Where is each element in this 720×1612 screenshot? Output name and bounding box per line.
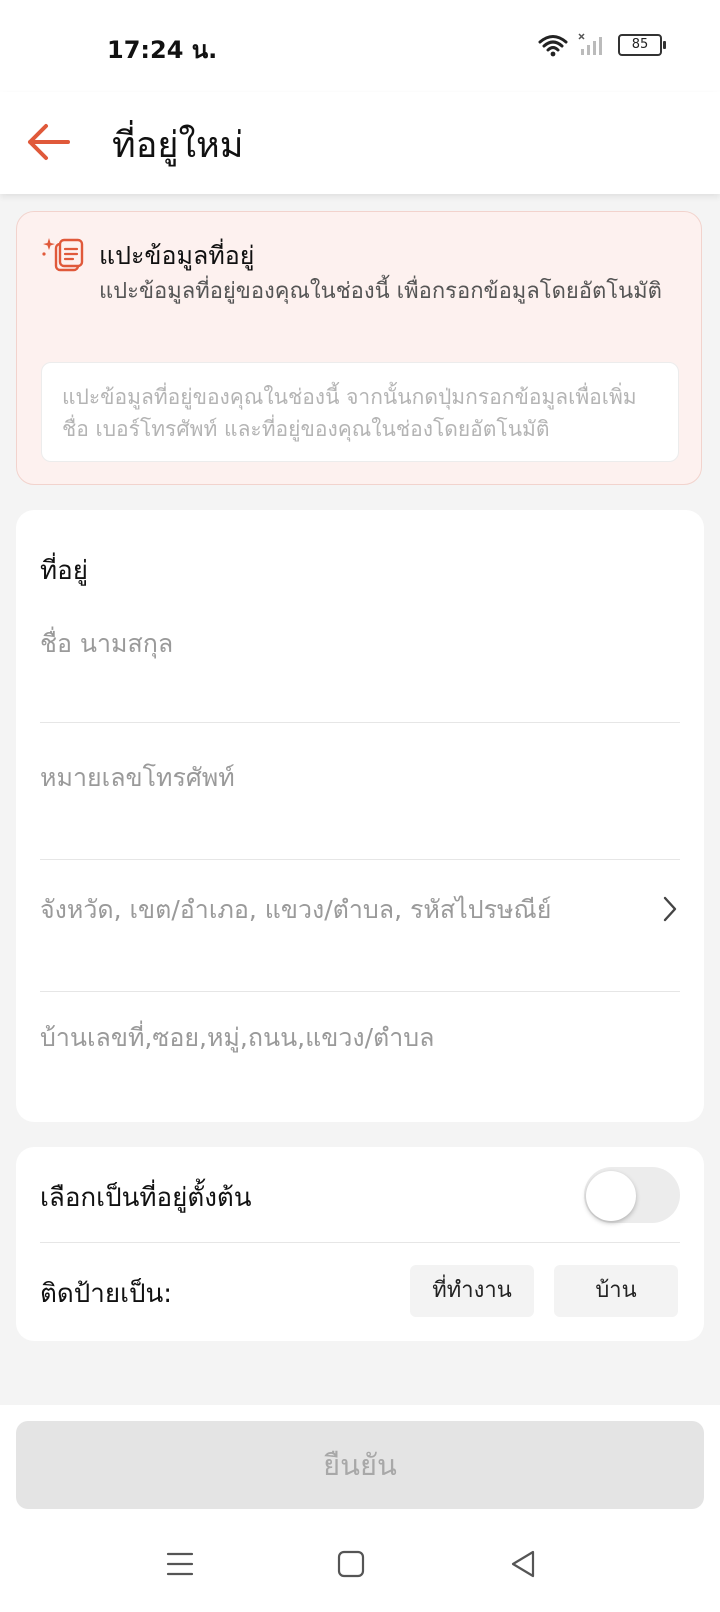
system-nav-bar [0, 1545, 720, 1593]
footer: ยืนยัน [0, 1405, 720, 1612]
address-section-label: ที่อยู่ [40, 556, 88, 586]
paste-address-card: แปะข้อมูลที่อยู่ แปะข้อมูลที่อยู่ของคุณใ… [16, 211, 702, 485]
street-address-field[interactable]: บ้านเลขที่,ซอย,หมู่,ถนน,แขวง/ตำบล [40, 1018, 680, 1058]
battery-icon: 85 [618, 34, 666, 56]
back-button[interactable] [24, 117, 74, 167]
chevron-right-icon[interactable] [660, 894, 680, 924]
page-title: ที่อยู่ใหม่ [112, 125, 244, 166]
region-selector[interactable]: จังหวัด, เขต/อำเภอ, แขวง/ตำบล, รหัสไปรษณ… [40, 890, 640, 930]
status-bar: 17:24 น. 85 [0, 0, 720, 92]
tag-work-button[interactable]: ที่ทำงาน [410, 1265, 534, 1317]
arrow-left-icon [28, 124, 70, 160]
paste-address-input[interactable]: แปะข้อมูลที่อยู่ของคุณในช่องนี้ จากนั้นก… [41, 362, 679, 462]
menu-icon[interactable] [165, 1549, 195, 1579]
tag-label: ติดป้ายเป็น: [40, 1279, 173, 1309]
back-triangle-icon[interactable] [508, 1549, 538, 1579]
divider [40, 991, 680, 992]
toggle-knob [586, 1171, 636, 1221]
name-field[interactable]: ชื่อ นามสกุล [40, 624, 680, 664]
home-square-icon[interactable] [336, 1549, 366, 1579]
wifi-icon [538, 35, 568, 57]
address-form-card: ที่อยู่ ชื่อ นามสกุล หมายเลขโทรศัพท์ จัง… [16, 510, 704, 1122]
paste-sparkle-icon [42, 238, 84, 272]
phone-field[interactable]: หมายเลขโทรศัพท์ [40, 758, 680, 798]
divider [40, 722, 680, 723]
status-time: 17:24 น. [107, 36, 218, 64]
paste-description: แปะข้อมูลที่อยู่ของคุณในช่องนี้ เพื่อกรอ… [99, 279, 662, 304]
default-address-toggle[interactable] [584, 1167, 680, 1223]
default-address-card: เลือกเป็นที่อยู่ตั้งต้น ติดป้ายเป็น: ที่… [16, 1147, 704, 1341]
tag-home-button[interactable]: บ้าน [554, 1265, 678, 1317]
app-header: ที่อยู่ใหม่ [0, 92, 720, 194]
confirm-button[interactable]: ยืนยัน [16, 1421, 704, 1509]
divider [40, 1242, 680, 1243]
paste-title: แปะข้อมูลที่อยู่ [99, 241, 255, 270]
signal-icon [578, 33, 602, 55]
default-address-label: เลือกเป็นที่อยู่ตั้งต้น [40, 1183, 252, 1213]
status-icons: 85 [538, 30, 666, 60]
divider [40, 859, 680, 860]
